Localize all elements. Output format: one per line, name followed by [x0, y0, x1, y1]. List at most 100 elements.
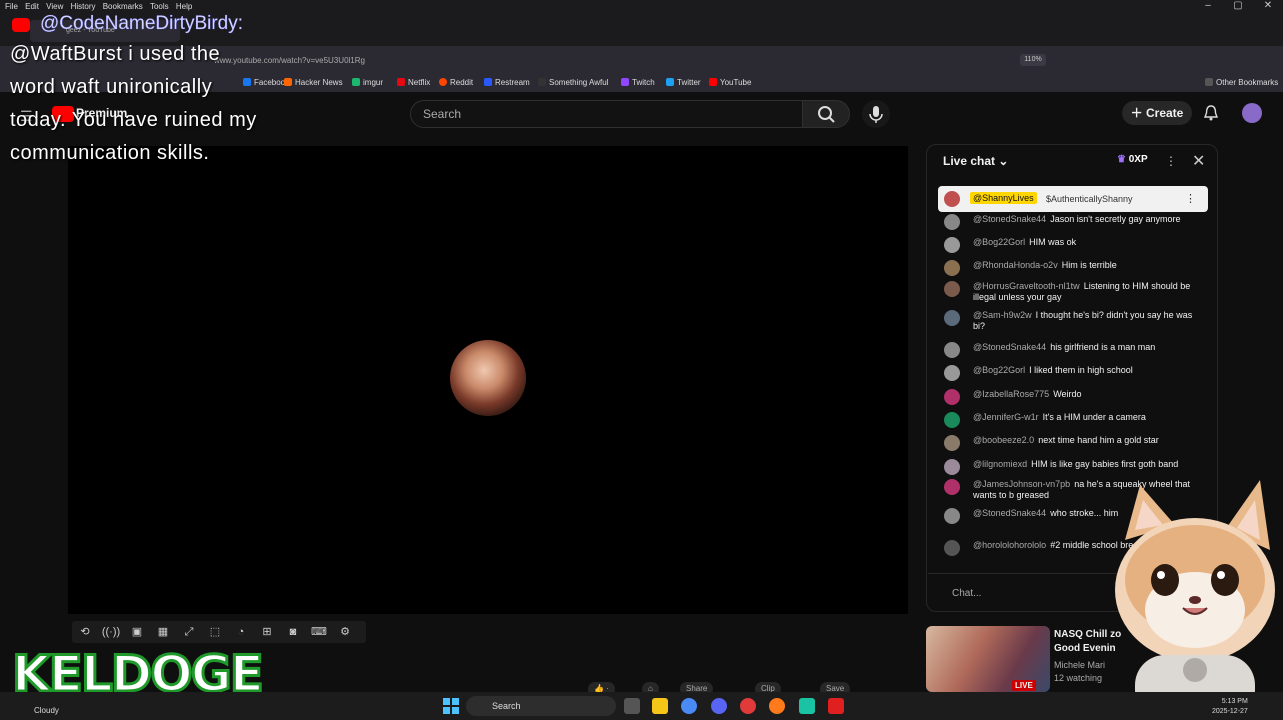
bookmark-imgur[interactable]: imgur	[352, 74, 383, 92]
voice-search-button[interactable]	[862, 100, 890, 128]
add-frame-icon[interactable]: ⊞	[256, 621, 278, 643]
broadcast-icon[interactable]: ((·))	[100, 621, 122, 643]
bookmark-hacker-news[interactable]: Hacker News	[284, 74, 343, 92]
avatar	[944, 540, 960, 556]
menu-bookmarks[interactable]: Bookmarks	[103, 0, 143, 14]
taskbar-search[interactable]: Search	[466, 696, 616, 716]
avatar	[944, 310, 960, 326]
chat-message-body: @boobeeze2.0 next time hand him a gold st…	[973, 435, 1206, 446]
chat-author[interactable]: @horololohorololo	[973, 540, 1046, 550]
loop-icon[interactable]: ⟲	[74, 621, 96, 643]
bookmark-something-awful[interactable]: Something Awful	[538, 74, 608, 92]
chat-message-body: @RhondaHonda-o2v Him is terrible	[973, 260, 1206, 271]
obs-icon[interactable]	[740, 698, 756, 714]
chat-message[interactable]: @Sam-h9w2w I thought he's bi? didn't you …	[944, 310, 1206, 332]
bookmark-youtube[interactable]: YouTube	[709, 74, 751, 92]
chat-author[interactable]: @IzabellaRose775	[973, 389, 1049, 399]
chat-author[interactable]: @lilgnomiexd	[973, 459, 1027, 469]
chat-text: I liked them in high school	[1029, 365, 1133, 375]
chevron-down-icon: ⌄	[998, 154, 1009, 168]
chat-author[interactable]: @Sam-h9w2w	[973, 310, 1032, 320]
crop-icon[interactable]: ⬚	[204, 621, 226, 643]
zoom-level[interactable]: 110%	[1020, 54, 1046, 66]
chat-author[interactable]: @Bog22Gorl	[973, 365, 1025, 375]
chat-message[interactable]: @JenniferG-w1r It's a HIM under a camera	[944, 412, 1206, 428]
chat-author[interactable]: @boobeeze2.0	[973, 435, 1034, 445]
crown-icon: ♛	[1117, 154, 1126, 165]
gear-icon[interactable]: ⚙	[334, 621, 356, 643]
chat-input[interactable]: Chat...	[952, 588, 981, 599]
other-bookmarks[interactable]: Other Bookmarks	[1205, 74, 1278, 92]
chat-author[interactable]: @JenniferG-w1r	[973, 412, 1039, 422]
menu-history[interactable]: History	[71, 0, 96, 14]
file-explorer-icon[interactable]	[652, 698, 668, 714]
chat-author[interactable]: @RhondaHonda-o2v	[973, 260, 1058, 270]
chat-author[interactable]: @HorrusGraveltooth-nl1tw	[973, 281, 1080, 291]
film-icon[interactable]: ▦	[152, 621, 174, 643]
close-icon[interactable]: ✕	[1253, 0, 1283, 11]
account-avatar[interactable]	[1242, 103, 1262, 123]
menu-view[interactable]: View	[46, 0, 63, 14]
taskbar-clock[interactable]: 5:13 PM 2025-12-27	[1212, 697, 1248, 717]
notifications-bell-icon[interactable]	[1202, 104, 1220, 127]
menu-help[interactable]: Help	[176, 0, 192, 14]
minimize-icon[interactable]: –	[1193, 0, 1223, 11]
xp-badge[interactable]: ♛ 0XP	[1117, 154, 1148, 165]
avatar	[944, 260, 960, 276]
menu-file[interactable]: File	[5, 0, 18, 14]
chat-message[interactable]: @lilgnomiexd HIM is like gay babies first…	[944, 459, 1206, 475]
create-button[interactable]: ＋ Create	[1122, 101, 1192, 125]
chat-message[interactable]: @HorrusGraveltooth-nl1tw Listening to HIM…	[944, 281, 1206, 303]
chat-author[interactable]: @JamesJohnson-vn7pb	[973, 479, 1070, 489]
chat-message[interactable]: @Bog22Gorl HIM was ok	[944, 237, 1206, 253]
keyboard-icon[interactable]: ⌨	[308, 621, 330, 643]
chat-message[interactable]: @boobeeze2.0 next time hand him a gold st…	[944, 435, 1206, 451]
maximize-icon[interactable]: ▢	[1223, 0, 1253, 11]
bookmark-twitch[interactable]: Twitch	[621, 74, 655, 92]
chat-message[interactable]: @StonedSnake44 his girlfriend is a man ma…	[944, 342, 1206, 358]
chat-message[interactable]: @RhondaHonda-o2v Him is terrible	[944, 260, 1206, 276]
bookmark-twitter[interactable]: Twitter	[666, 74, 701, 92]
pinned-author[interactable]: @ShannyLives	[970, 192, 1037, 204]
search-button[interactable]	[802, 100, 850, 128]
youtube-app-icon[interactable]	[828, 698, 844, 714]
bookmark-netflix[interactable]: Netflix	[397, 74, 430, 92]
overlay-message: @WaftBurst i used the word waft unironic…	[10, 43, 257, 164]
weather-widget[interactable]: Cloudy	[34, 706, 59, 715]
bookmark-restream[interactable]: Restream	[484, 74, 530, 92]
live-chat-title[interactable]: Live chat ⌄	[943, 154, 1008, 168]
chat-author[interactable]: @StonedSnake44	[973, 214, 1046, 224]
discord-icon[interactable]	[711, 698, 727, 714]
pinned-more-icon[interactable]: ⋮	[1185, 192, 1196, 205]
taskbar-search-label: Search	[492, 701, 521, 711]
chrome-icon[interactable]	[681, 698, 697, 714]
search-input[interactable]: Search	[410, 100, 803, 128]
screen-share-icon[interactable]: ▣	[126, 621, 148, 643]
more-options-icon[interactable]: ⋮	[1165, 154, 1177, 168]
avatar	[944, 191, 960, 207]
task-view-icon[interactable]	[624, 698, 640, 714]
menu-edit[interactable]: Edit	[25, 0, 39, 14]
avatar	[944, 412, 960, 428]
start-icon[interactable]	[443, 698, 459, 714]
app-icon[interactable]	[799, 698, 815, 714]
chat-author[interactable]: @StonedSnake44	[973, 508, 1046, 518]
resize-icon[interactable]: ⤢	[178, 621, 200, 643]
chat-message-body: @Bog22Gorl HIM was ok	[973, 237, 1206, 248]
avatar	[944, 281, 960, 297]
chat-message[interactable]: @StonedSnake44 Jason isn't secretly gay a…	[944, 214, 1206, 230]
speed-icon[interactable]: ◔	[230, 621, 252, 643]
chat-author[interactable]: @StonedSnake44	[973, 342, 1046, 352]
camera-icon[interactable]: ◙	[282, 621, 304, 643]
bookmark-reddit[interactable]: Reddit	[439, 74, 473, 92]
menu-tools[interactable]: Tools	[150, 0, 169, 14]
chat-author[interactable]: @Bog22Gorl	[973, 237, 1025, 247]
chat-message-body: @lilgnomiexd HIM is like gay babies first…	[973, 459, 1206, 470]
pinned-text: $AuthenticallyShanny	[1046, 194, 1133, 204]
chat-message[interactable]: @IzabellaRose775 Weirdo	[944, 389, 1206, 405]
close-chat-icon[interactable]: ✕	[1192, 151, 1205, 171]
streamer-avatar	[450, 340, 526, 416]
firefox-icon[interactable]	[769, 698, 785, 714]
chat-message[interactable]: @Bog22Gorl I liked them in high school	[944, 365, 1206, 381]
avatar	[944, 365, 960, 381]
